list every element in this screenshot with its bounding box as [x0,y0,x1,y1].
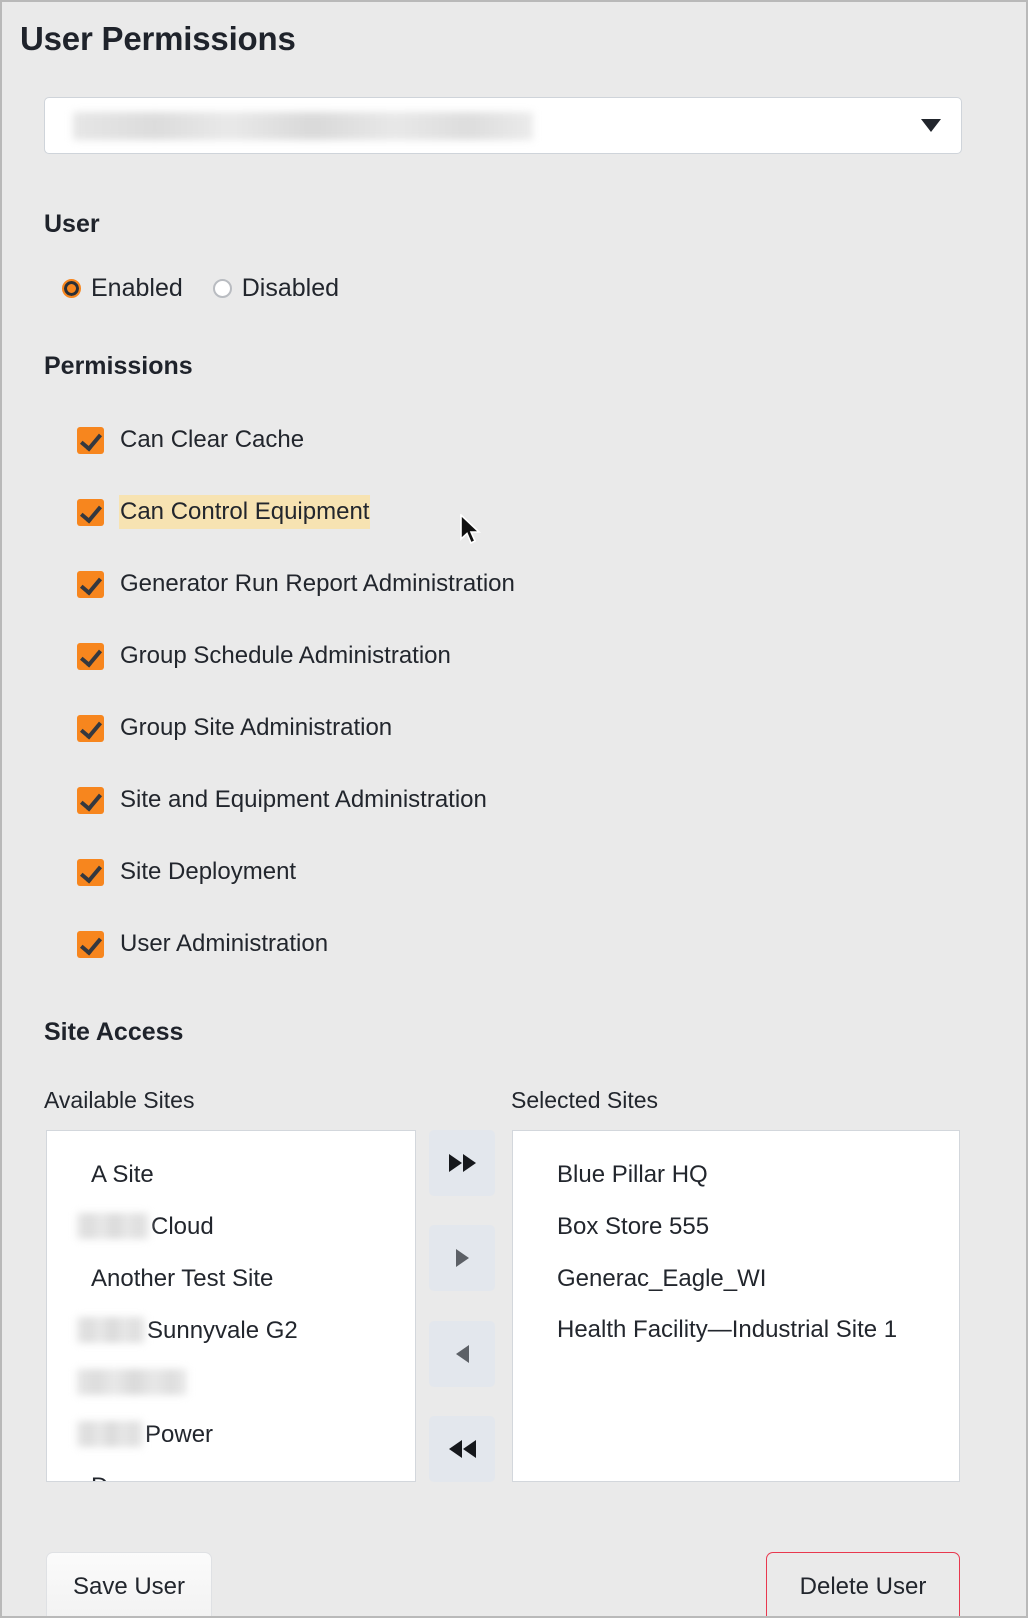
user-select-value-redacted [73,112,533,140]
user-permissions-page: User Permissions User Enabled Disabled P… [0,0,1028,1618]
chevron-down-icon [921,119,941,132]
permission-label: Can Control Equipment [119,495,370,529]
permission-label: Site and Equipment Administration [119,783,488,817]
permission-label: Can Clear Cache [119,423,305,457]
permission-label: Group Site Administration [119,711,393,745]
checkbox-checked-icon[interactable] [77,499,104,526]
checkbox-checked-icon[interactable] [77,715,104,742]
selected-sites-listbox[interactable]: Blue Pillar HQ Box Store 555 Generac_Eag… [512,1130,960,1482]
available-sites-label: Available Sites [44,1087,194,1114]
list-item[interactable]: Box Store 555 [513,1201,959,1253]
move-left-button[interactable] [429,1321,495,1387]
site-access-heading: Site Access [44,1018,183,1047]
redacted-text [77,1317,145,1343]
checkbox-checked-icon[interactable] [77,931,104,958]
checkbox-checked-icon[interactable] [77,859,104,886]
radio-button-disabled-icon[interactable] [213,279,232,298]
redacted-text [77,1421,143,1447]
radio-label-enabled: Enabled [91,274,183,303]
list-item[interactable]: A Site [47,1149,415,1201]
transfer-buttons [429,1130,495,1482]
move-all-right-button[interactable] [429,1130,495,1196]
list-item[interactable]: Cloud [47,1201,415,1253]
checkbox-checked-icon[interactable] [77,643,104,670]
chevron-left-icon [456,1345,469,1363]
double-chevron-left-icon [449,1440,476,1458]
double-chevron-right-icon [449,1154,476,1172]
permission-row[interactable]: Generator Run Report Administration [77,566,516,602]
delete-user-button[interactable]: Delete User [766,1552,960,1618]
move-right-button[interactable] [429,1225,495,1291]
radio-button-enabled-icon[interactable] [62,279,81,298]
user-status-radio-group: Enabled Disabled [62,274,339,303]
permission-label: Site Deployment [119,855,297,889]
radio-label-disabled: Disabled [242,274,339,303]
permission-row[interactable]: Site Deployment [77,854,516,890]
permission-label: Group Schedule Administration [119,639,452,673]
move-all-left-button[interactable] [429,1416,495,1482]
permission-label: Generator Run Report Administration [119,567,516,601]
list-item[interactable]: Blue Pillar HQ [513,1149,959,1201]
radio-option-disabled[interactable]: Disabled [213,274,339,303]
chevron-right-icon [456,1249,469,1267]
radio-option-enabled[interactable]: Enabled [62,274,183,303]
save-user-button[interactable]: Save User [46,1552,212,1618]
list-item[interactable]: Another Test Site [47,1253,415,1305]
list-item-label: Sunnyvale G2 [147,1317,298,1344]
list-item[interactable]: Health Facility—Industrial Site 1 [513,1305,959,1351]
checkbox-checked-icon[interactable] [77,427,104,454]
permission-row[interactable]: Can Control Equipment [77,494,516,530]
permission-row[interactable]: Group Schedule Administration [77,638,516,674]
user-select-dropdown[interactable] [44,97,962,154]
list-item[interactable]: Generac_Eagle_WI [513,1253,959,1305]
selected-sites-label: Selected Sites [511,1087,658,1114]
redacted-text [77,1213,149,1239]
checkbox-checked-icon[interactable] [77,787,104,814]
redacted-text [77,1369,187,1395]
permission-row[interactable]: Site and Equipment Administration [77,782,516,818]
list-item-label: Power [145,1421,213,1448]
list-item[interactable]: Sunnyvale G2 [47,1305,415,1357]
permission-row[interactable]: Can Clear Cache [77,422,516,458]
list-item[interactable]: Power [47,1409,415,1461]
list-item[interactable]: Demo [47,1461,415,1482]
available-sites-listbox[interactable]: A Site Cloud Another Test Site Sunnyvale… [46,1130,416,1482]
user-section-heading: User [44,210,100,239]
permission-row[interactable]: User Administration [77,926,516,962]
permission-row[interactable]: Group Site Administration [77,710,516,746]
list-item-label: Cloud [151,1213,214,1240]
page-title: User Permissions [20,20,296,58]
checkbox-checked-icon[interactable] [77,571,104,598]
permission-label: User Administration [119,927,329,961]
permissions-list: Can Clear Cache Can Control Equipment Ge… [77,422,516,962]
permissions-section-heading: Permissions [44,352,193,381]
list-item[interactable] [47,1357,415,1409]
